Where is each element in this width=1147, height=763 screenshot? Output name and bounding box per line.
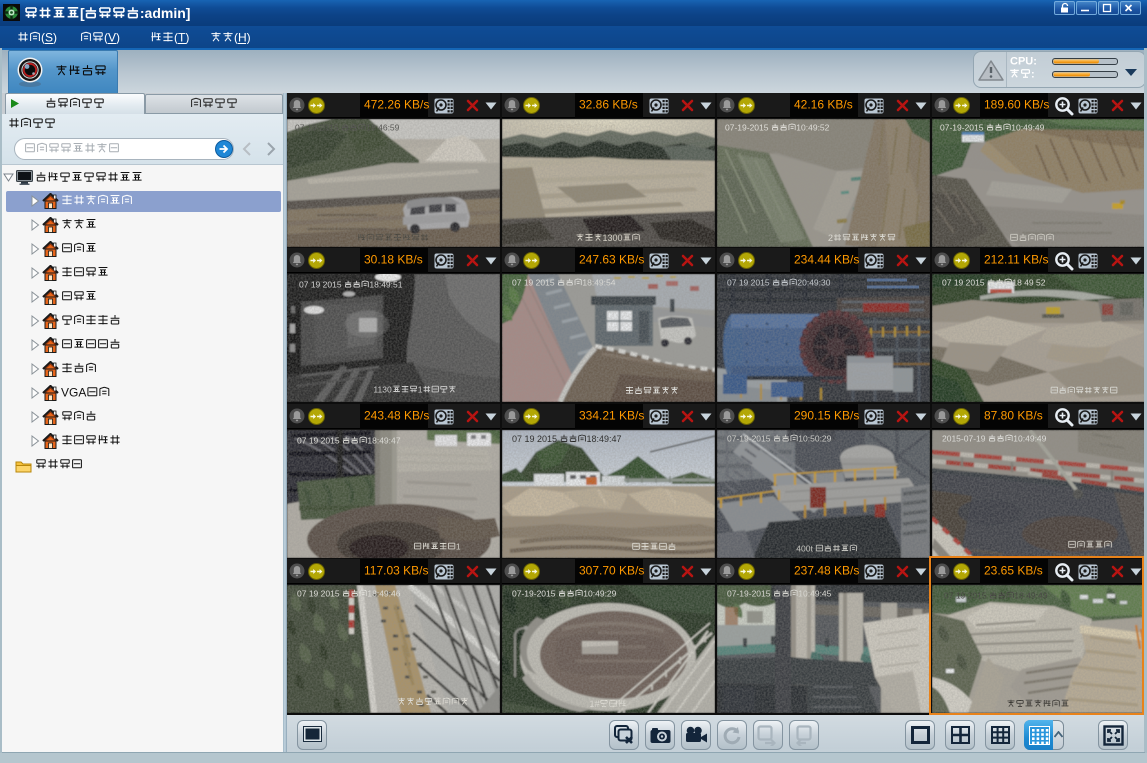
svg-text:32.86 KB/s: 32.86 KB/s (579, 97, 638, 111)
svg-text::: : (1031, 68, 1035, 80)
svg-text:42.16 KB/s: 42.16 KB/s (794, 97, 853, 111)
svg-text:30.18 KB/s: 30.18 KB/s (364, 252, 423, 266)
svg-text:334.21 KB/s: 334.21 KB/s (579, 408, 644, 422)
svg-text:VGA: VGA (61, 385, 86, 399)
svg-text:[: [ (80, 5, 85, 21)
svg-text:243.48 KB/s: 243.48 KB/s (364, 408, 429, 422)
svg-text::admin]: :admin] (140, 5, 191, 21)
svg-text:234.44 KB/s: 234.44 KB/s (794, 252, 859, 266)
svg-text:212.11 KB/s: 212.11 KB/s (984, 252, 1049, 266)
svg-text:247.63 KB/s: 247.63 KB/s (579, 252, 644, 266)
svg-text:189.60 KB/s: 189.60 KB/s (984, 97, 1049, 111)
svg-text:CPU:: CPU: (1010, 55, 1037, 67)
svg-text:117.03 KB/s: 117.03 KB/s (364, 563, 429, 577)
svg-text:237.48 KB/s: 237.48 KB/s (794, 563, 859, 577)
svg-text:87.80 KB/s: 87.80 KB/s (984, 408, 1043, 422)
svg-text:290.15 KB/s: 290.15 KB/s (794, 408, 859, 422)
svg-text:472.26 KB/s: 472.26 KB/s (364, 97, 429, 111)
svg-text:307.70 KB/s: 307.70 KB/s (579, 563, 644, 577)
